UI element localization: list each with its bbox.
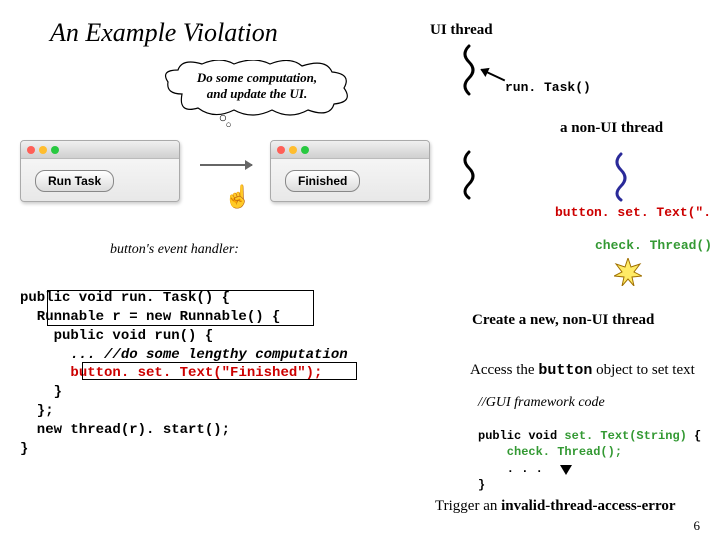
settext-call-label: button. set. Text(". ") — [555, 205, 720, 220]
gui-comment: //GUI framework code — [478, 395, 605, 411]
cloud-bubble: Do some computation, and update the UI. — [162, 60, 352, 123]
arrow-into-ui-thread — [481, 69, 505, 82]
cloud-line1: Do some computation, — [197, 70, 317, 85]
access-button-label: Access the button object to set text — [470, 362, 695, 379]
arrow-down-icon — [560, 465, 572, 475]
cloud-tail: ○○ — [216, 110, 235, 131]
cloud-line2: and update the UI. — [207, 86, 307, 101]
page-title: An Example Violation — [50, 18, 278, 48]
highlight-box-settext — [82, 362, 357, 380]
create-thread-label: Create a new, non-UI thread — [472, 312, 654, 329]
error-star-icon — [614, 258, 642, 286]
page-number: 6 — [694, 518, 701, 534]
non-ui-thread-label: a non-UI thread — [560, 120, 663, 137]
ui-thread-label: UI thread — [430, 22, 493, 39]
event-handler-label: button's event handler: — [110, 242, 239, 258]
checkthread-call-label: check. Thread() — [595, 238, 712, 253]
window-after: Finished — [270, 140, 430, 202]
trigger-label: Trigger an invalid-thread-access-error — [435, 498, 676, 515]
pointer-hand-icon: ☝ — [224, 184, 251, 210]
run-task-button[interactable]: Run Task — [35, 170, 114, 192]
runtask-label: run. Task() — [505, 80, 591, 95]
gui-code-block: public void set. Text(String) { check. T… — [478, 412, 701, 493]
finished-button[interactable]: Finished — [285, 170, 360, 192]
arrow-right-icon — [200, 164, 252, 166]
ui-thread-squiggle-bottom — [463, 150, 475, 200]
ui-thread-squiggle-top — [463, 44, 475, 100]
window-before: Run Task — [20, 140, 180, 202]
non-ui-thread-squiggle — [615, 152, 627, 202]
highlight-box-runnable — [47, 290, 314, 326]
